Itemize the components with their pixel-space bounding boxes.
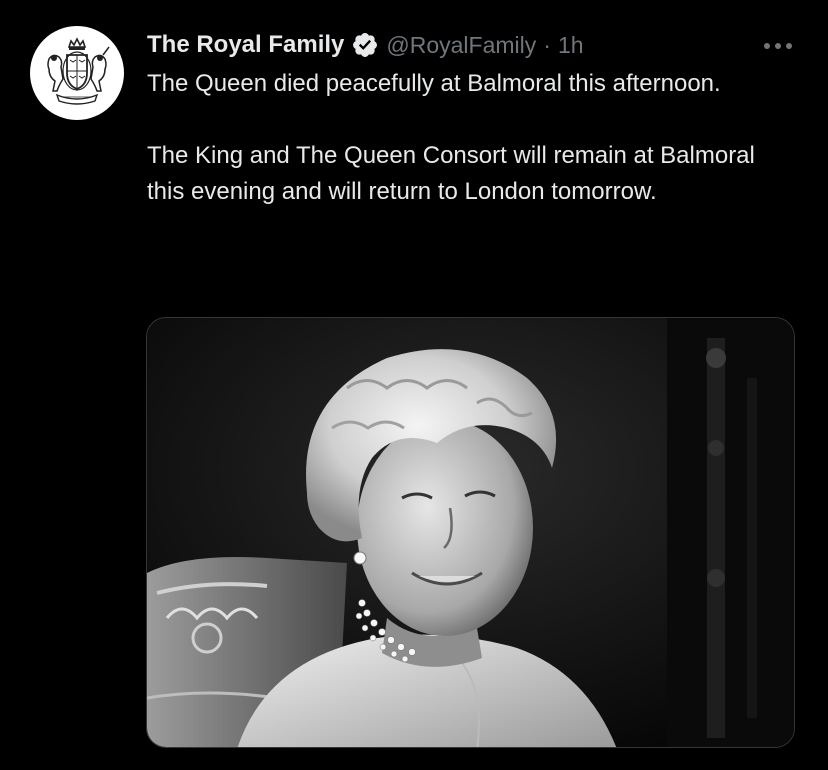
tweet-header: The Royal Family @RoyalFamily · 1h xyxy=(147,28,584,62)
tweet-photo[interactable] xyxy=(146,317,795,748)
verified-badge-icon[interactable] xyxy=(350,30,380,60)
tweet[interactable]: The Royal Family @RoyalFamily · 1h The Q… xyxy=(0,0,828,770)
avatar[interactable] xyxy=(30,26,124,120)
tweet-text: The Queen died peacefully at Balmoral th… xyxy=(147,66,787,210)
separator-dot: · xyxy=(543,31,551,58)
more-options-button[interactable] xyxy=(756,30,800,62)
ellipsis-icon xyxy=(764,43,792,49)
tweet-timestamp[interactable]: 1h xyxy=(558,32,584,59)
royal-coat-of-arms-icon xyxy=(47,37,110,105)
tweet-paragraph-2: The King and The Queen Consort will rema… xyxy=(147,142,755,205)
author-display-name[interactable]: The Royal Family xyxy=(147,31,344,59)
queen-portrait-photo xyxy=(147,318,794,747)
author-handle[interactable]: @RoyalFamily xyxy=(386,32,536,59)
tweet-paragraph-1: The Queen died peacefully at Balmoral th… xyxy=(147,70,721,97)
